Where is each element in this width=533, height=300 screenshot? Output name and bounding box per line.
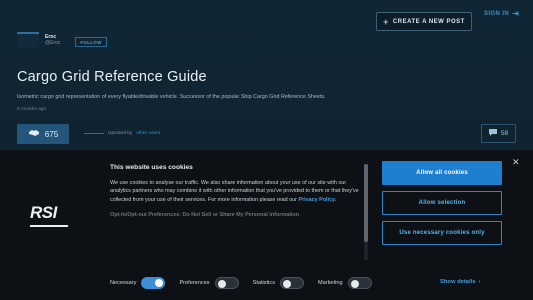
toggle-marketing: Marketing bbox=[318, 277, 372, 289]
cookie-scrollbar[interactable] bbox=[364, 164, 368, 260]
toggle-marketing-switch[interactable] bbox=[347, 277, 372, 289]
cookie-actions: Allow all cookies Allow selection Use ne… bbox=[382, 161, 502, 251]
allow-selection-button[interactable]: Allow selection bbox=[382, 191, 502, 215]
follow-button[interactable]: FOLLOW bbox=[75, 37, 107, 47]
post-subtitle: Isometric cargo grid representation of e… bbox=[17, 94, 326, 100]
create-post-button[interactable]: + CREATE A NEW POST bbox=[376, 12, 472, 31]
comment-count: 58 bbox=[500, 130, 509, 137]
rsi-logo-underline bbox=[29, 225, 69, 227]
toggle-necessary: Necessary bbox=[110, 277, 166, 289]
cookie-text-area[interactable]: This website uses cookies We use cookies… bbox=[110, 164, 365, 262]
upvoted-by: Upvoted by other users bbox=[84, 131, 160, 136]
text-fade bbox=[110, 240, 365, 262]
toggle-preferences-label: Preferences bbox=[179, 280, 210, 286]
toggle-preferences-switch[interactable] bbox=[214, 277, 239, 289]
optout-link[interactable]: Opt-In/Opt-out Preferences: Do Not Sell … bbox=[110, 212, 365, 219]
sign-in-link[interactable]: SIGN IN ⇥ bbox=[484, 9, 519, 18]
author-handle: @Eroc bbox=[45, 40, 61, 46]
cookie-scroll-thumb[interactable] bbox=[364, 164, 368, 242]
handshake-icon bbox=[28, 129, 40, 139]
privacy-policy-link[interactable]: Privacy Policy. bbox=[298, 197, 336, 203]
plus-icon: + bbox=[383, 16, 389, 27]
allow-all-cookies-button[interactable]: Allow all cookies bbox=[382, 161, 502, 185]
toggle-preferences: Preferences bbox=[179, 277, 239, 289]
upvoted-prefix: Upvoted by bbox=[108, 131, 133, 136]
author-block: Eroc @Eroc bbox=[17, 32, 60, 48]
close-icon[interactable]: ✕ bbox=[512, 157, 520, 168]
post-timestamp: 9 months ago bbox=[17, 107, 47, 112]
cookie-banner: RSI This website uses cookies We use coo… bbox=[0, 150, 533, 300]
toggle-necessary-label: Necessary bbox=[110, 280, 137, 286]
upvoted-divider bbox=[84, 133, 104, 134]
chevron-right-icon: › bbox=[478, 279, 481, 285]
toggle-necessary-switch[interactable] bbox=[141, 277, 166, 289]
create-post-label: CREATE A NEW POST bbox=[392, 18, 465, 25]
show-details-link[interactable]: Show details › bbox=[440, 279, 480, 285]
avatar[interactable] bbox=[17, 32, 39, 48]
show-details-label: Show details bbox=[440, 279, 476, 285]
toggle-statistics: Statistics bbox=[253, 277, 304, 289]
cookie-body: We use cookies to analyse our traffic. W… bbox=[110, 179, 365, 204]
necessary-cookies-only-button[interactable]: Use necessary cookies only bbox=[382, 221, 502, 245]
rsi-logo-text: RSI bbox=[30, 203, 57, 222]
sign-in-label: SIGN IN bbox=[484, 10, 510, 17]
toggle-statistics-label: Statistics bbox=[252, 280, 275, 286]
rsi-logo: RSI bbox=[29, 203, 69, 227]
toggle-marketing-label: Marketing bbox=[318, 280, 343, 286]
sign-in-icon: ⇥ bbox=[512, 9, 520, 18]
cookie-heading: This website uses cookies bbox=[110, 164, 193, 171]
like-button[interactable]: 675 bbox=[17, 124, 69, 144]
comment-icon bbox=[488, 129, 497, 138]
toggle-statistics-switch[interactable] bbox=[280, 277, 304, 289]
like-count: 675 bbox=[44, 129, 59, 139]
comments-button[interactable]: 58 bbox=[481, 124, 516, 143]
page-title: Cargo Grid Reference Guide bbox=[17, 69, 207, 85]
upvoted-users-link[interactable]: other users bbox=[136, 131, 160, 136]
top-bar: + CREATE A NEW POST SIGN IN ⇥ bbox=[0, 0, 533, 31]
